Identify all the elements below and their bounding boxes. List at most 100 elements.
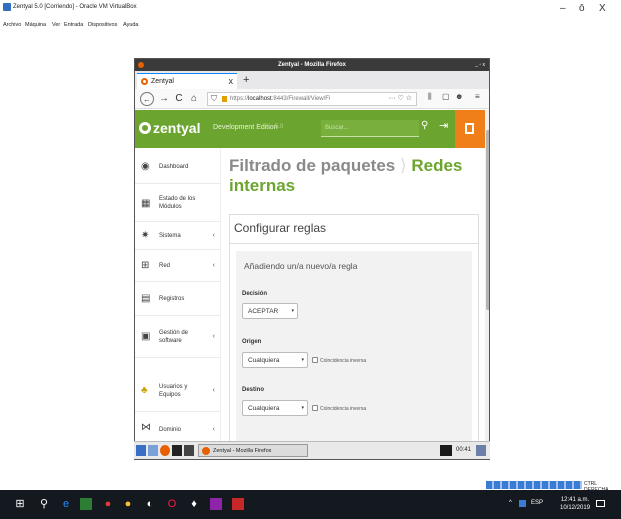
app-icon[interactable]: [210, 498, 222, 510]
menu-dispositivos[interactable]: Dispositivos: [88, 22, 117, 28]
version-label: 5.0: [275, 124, 284, 130]
tray-arrow-icon[interactable]: ^: [509, 500, 512, 506]
sidebar-item-dominio[interactable]: ⋈ Dominio ‹: [135, 412, 221, 442]
origen-select[interactable]: Cualquiera ▾: [242, 352, 308, 368]
taskbar-window-firefox[interactable]: Zentyal - Mozilla Firefox: [198, 444, 308, 457]
start-menu-icon[interactable]: [136, 445, 146, 456]
url-text[interactable]: https://localhost:8443/Firewall/View/Fi: [230, 96, 330, 102]
zentyal-logo[interactable]: zentyal: [139, 120, 200, 136]
sidebar-item-label: Dashboard: [159, 164, 189, 170]
virtualbox-icon[interactable]: ♦: [188, 498, 200, 510]
sidebar-item-usuarios[interactable]: ♣ Usuarios y Equipos ‹: [135, 370, 221, 412]
sidebar-toggle-icon[interactable]: ▢: [442, 92, 450, 101]
app-icon[interactable]: [80, 498, 92, 510]
sidebar-item-dashboard[interactable]: ◉ Dashboard: [135, 148, 221, 184]
new-tab-button[interactable]: +: [243, 74, 249, 86]
tab-label: Zentyal: [151, 78, 174, 85]
tab-close-icon[interactable]: x: [229, 76, 234, 86]
logout-icon[interactable]: ⇥: [439, 119, 448, 132]
sidebar-item-label: Estado de los Módulos: [159, 196, 196, 210]
firefox-window-title: Zentyal - Mozilla Firefox: [277, 62, 346, 68]
lock-warning-icon[interactable]: [222, 96, 227, 102]
close-button[interactable]: X: [599, 3, 606, 14]
menu-icon[interactable]: ≡: [475, 92, 480, 101]
chevron-left-icon: ‹: [212, 232, 215, 239]
chevron-left-icon: ‹: [212, 333, 215, 340]
system-clock[interactable]: 12:41 a.m. 10/12/2019: [560, 496, 590, 512]
zentyal-logo-icon: [139, 122, 151, 134]
scrollbar-thumb[interactable]: [486, 130, 489, 310]
destino-select[interactable]: Cualquiera ▾: [242, 400, 308, 416]
sidebar-item-label: Usuarios y Equipos: [159, 384, 188, 398]
page-title: Filtrado de paquetes ⟩ Redes internas: [229, 156, 469, 196]
terminal-launcher-icon[interactable]: [172, 445, 182, 456]
origen-label: Origen: [242, 339, 262, 345]
edge-icon[interactable]: e: [60, 498, 72, 510]
firefox-titlebar: Zentyal - Mozilla Firefox _ ▫ x: [135, 59, 489, 71]
menu-entrada[interactable]: Entrada: [64, 22, 83, 28]
account-icon[interactable]: ☻: [455, 92, 463, 101]
rules-panel: Configurar reglas Añadiendo un/a nuevo/a…: [229, 214, 479, 459]
package-icon: ▣: [141, 331, 151, 342]
home-button[interactable]: ⌂: [187, 92, 201, 106]
sidebar-item-registros[interactable]: ▤ Registros: [135, 282, 221, 316]
menu-ayuda[interactable]: Ayuda: [123, 22, 139, 28]
app-icon[interactable]: ●: [102, 498, 114, 510]
tab-zentyal[interactable]: Zentyal x: [137, 73, 237, 89]
virtualbox-titlebar: Zentyal 5.0 [Corriendo] - Oracle VM Virt…: [0, 0, 621, 20]
notification-icon[interactable]: [596, 500, 605, 507]
sidebar-item-gestion-software[interactable]: ▣ Gestión de software ‹: [135, 316, 221, 358]
app-icon[interactable]: ◐: [144, 498, 156, 510]
maximize-button[interactable]: ō: [579, 3, 585, 14]
forward-button[interactable]: →: [157, 92, 171, 106]
network-tray-icon[interactable]: [476, 445, 486, 456]
tray-app-icon[interactable]: [519, 500, 526, 507]
back-button[interactable]: ←: [140, 92, 154, 106]
sidebar-item-label: Red: [159, 263, 171, 269]
file-manager-icon[interactable]: [148, 445, 158, 456]
chevron-down-icon: ▾: [301, 405, 304, 411]
menu-ver[interactable]: Ver: [52, 22, 60, 28]
terminal-icon[interactable]: [440, 445, 452, 456]
reload-button[interactable]: C: [172, 92, 186, 106]
windows-start-icon[interactable]: ⊞: [14, 498, 26, 510]
zentyal-header: zentyal Development Edition 5.0 Buscar..…: [135, 110, 485, 148]
minimize-button[interactable]: –: [560, 3, 566, 14]
destino-inverse-checkbox[interactable]: Coincidencia inversa: [312, 405, 366, 412]
firefox-window-controls[interactable]: _ ▫ x: [475, 59, 485, 71]
device-status-icons[interactable]: [486, 481, 582, 489]
modules-icon: ▦: [141, 198, 151, 209]
save-changes-button[interactable]: [455, 110, 485, 148]
sidebar-item-sistema[interactable]: ✷ Sistema ‹: [135, 222, 221, 250]
firefox-launcher-icon[interactable]: [160, 445, 170, 456]
chrome-icon[interactable]: ●: [122, 498, 134, 510]
chevron-left-icon: ‹: [212, 262, 215, 269]
main-content: Filtrado de paquetes ⟩ Redes internas Co…: [221, 148, 485, 459]
app-icon[interactable]: [232, 498, 244, 510]
opera-icon[interactable]: O: [166, 498, 178, 510]
gear-icon: ✷: [141, 230, 150, 241]
page-scrollbar[interactable]: [485, 110, 489, 459]
search-icon[interactable]: ⚲: [421, 120, 428, 131]
guest-screen: Zentyal - Mozilla Firefox _ ▫ x Zentyal …: [0, 34, 621, 480]
decision-select[interactable]: ACEPTAR ▾: [242, 303, 298, 319]
desktop-icon[interactable]: [184, 445, 194, 456]
library-icon[interactable]: ⫼: [428, 92, 432, 102]
sidebar-item-label: Gestión de software: [159, 330, 189, 344]
checkbox-icon: [312, 405, 318, 411]
url-bar[interactable]: ⛉ https://localhost:8443/Firewall/View/F…: [207, 92, 417, 106]
menu-maquina[interactable]: Máquina: [25, 22, 46, 28]
search-input[interactable]: Buscar...: [321, 120, 419, 137]
search-icon[interactable]: ⚲: [38, 498, 50, 510]
sidebar-item-modules[interactable]: ▦ Estado de los Módulos: [135, 184, 221, 222]
language-indicator[interactable]: ESP: [531, 500, 543, 506]
breadcrumb-separator: ⟩: [399, 156, 407, 175]
network-icon: ⊞: [141, 260, 150, 271]
chevron-left-icon: ‹: [212, 387, 215, 394]
page-actions-icon[interactable]: ··· ♡ ☆: [389, 94, 412, 102]
origen-inverse-checkbox[interactable]: Coincidencia inversa: [312, 357, 366, 364]
tracking-shield-icon[interactable]: ⛉: [211, 94, 217, 104]
menu-archivo[interactable]: Archivo: [3, 22, 21, 28]
sidebar-item-red[interactable]: ⊞ Red ‹: [135, 250, 221, 282]
virtualbox-statusbar: CTRL DERECHA: [0, 480, 621, 493]
